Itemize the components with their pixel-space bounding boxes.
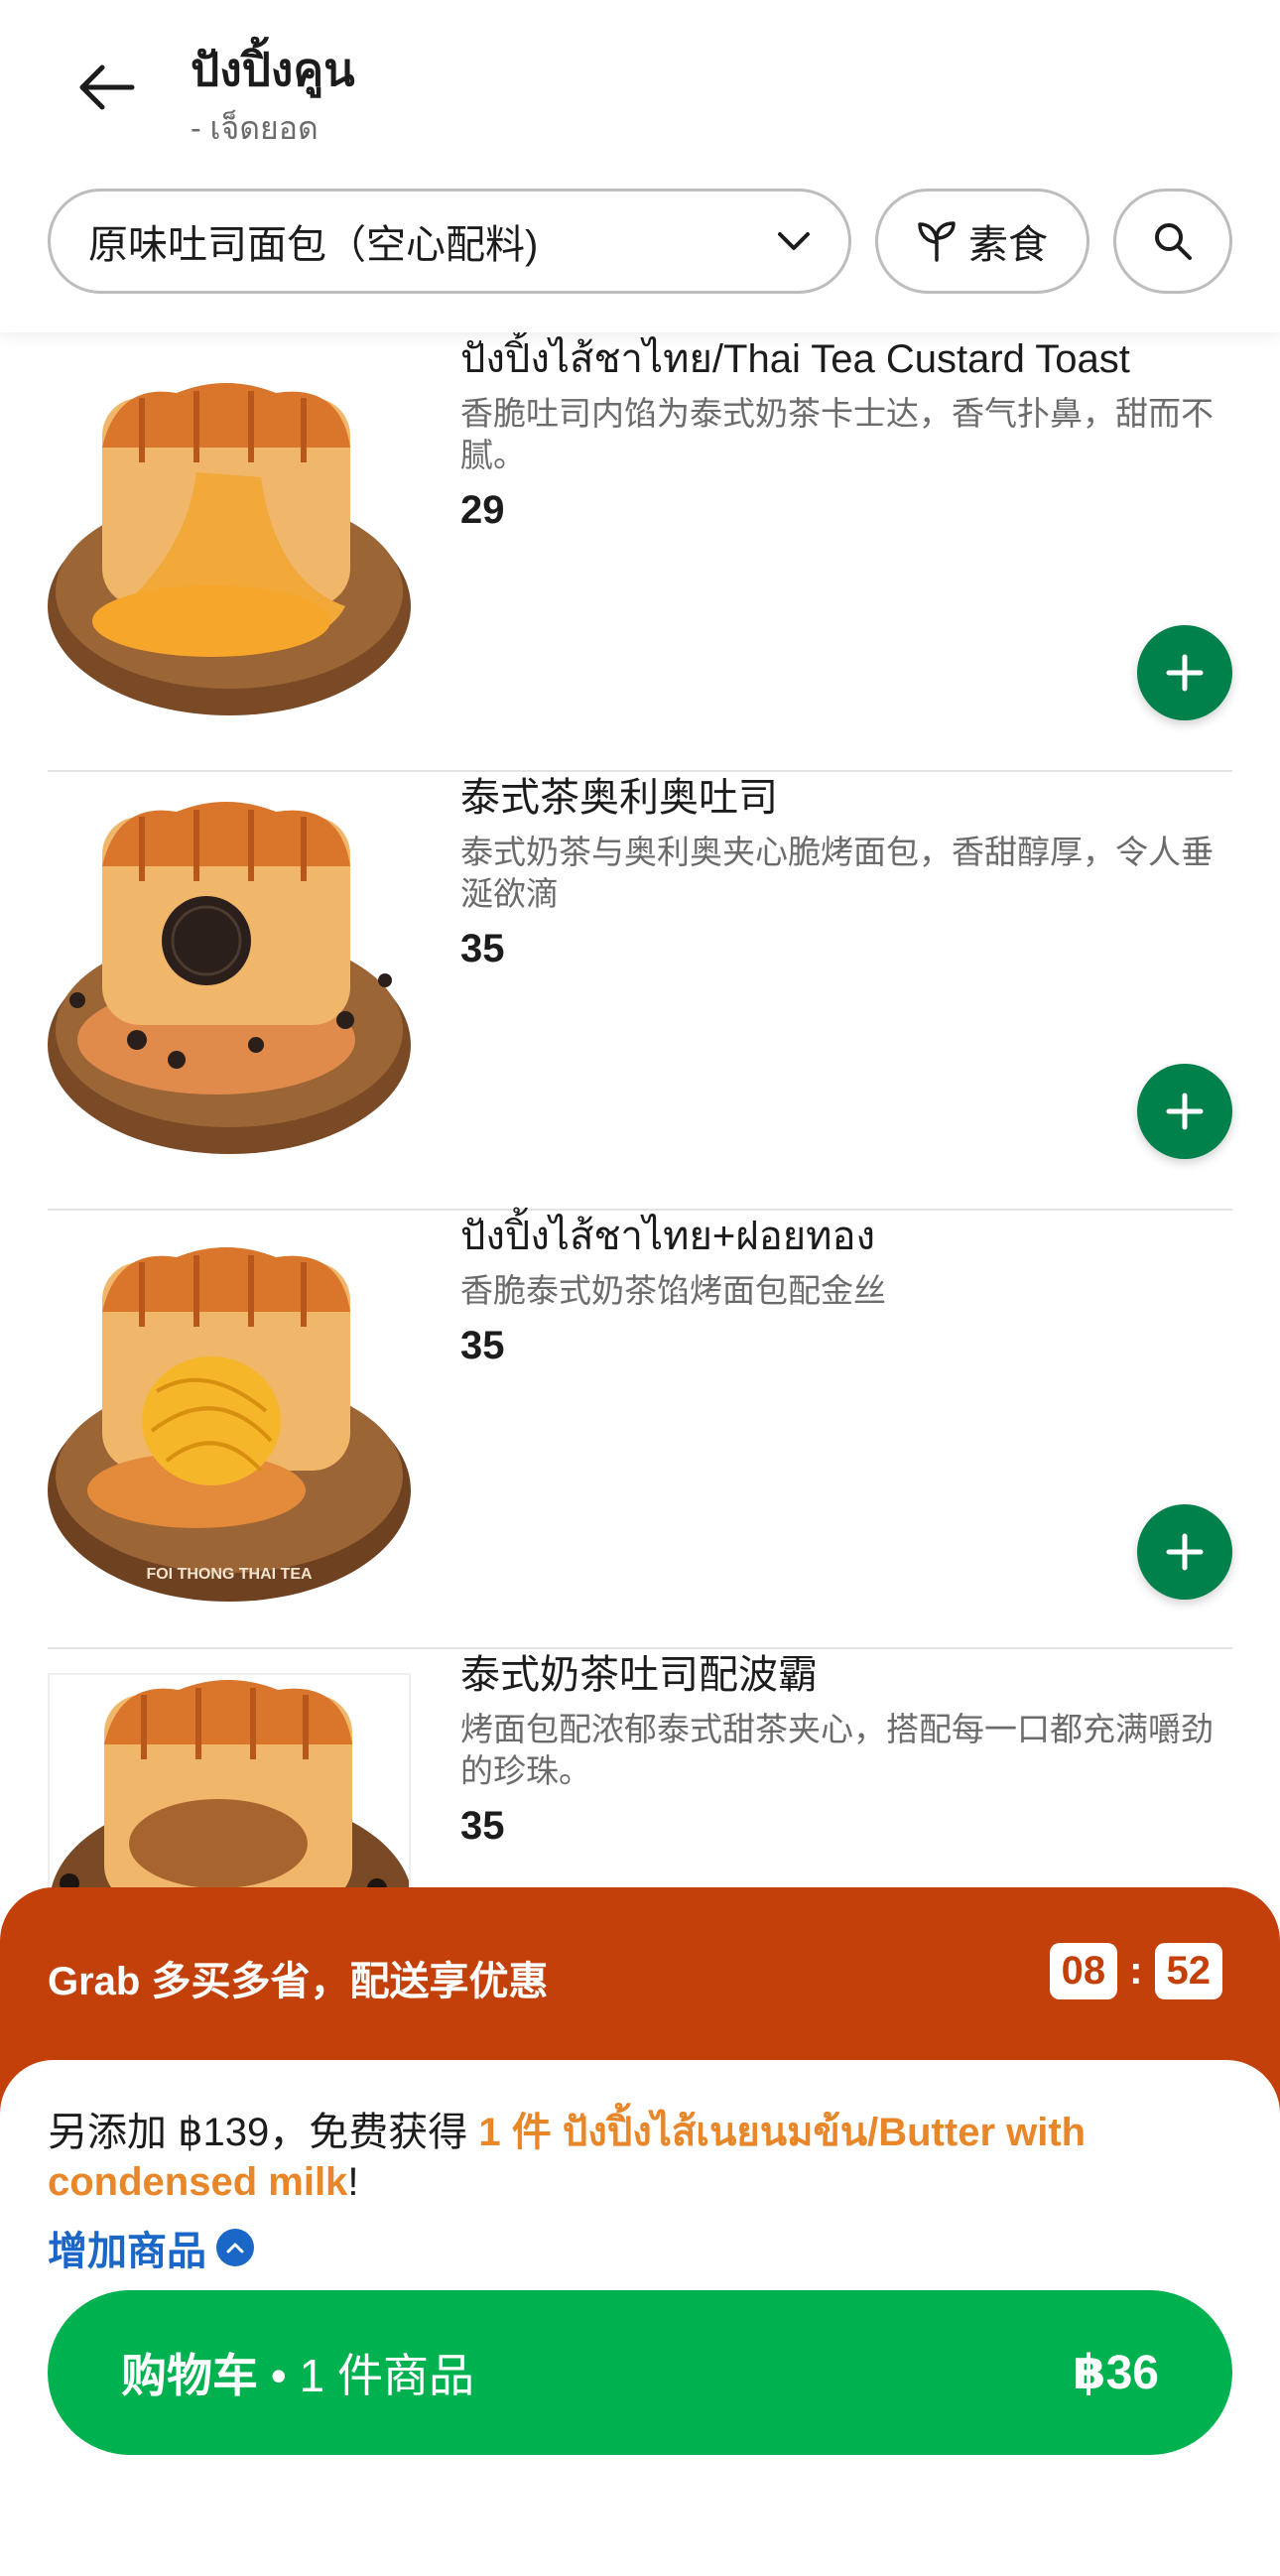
item-name: ปังปิ้งไส้ชาไทย+ฝอยทอง bbox=[460, 1215, 876, 1258]
chevron-down-icon bbox=[778, 232, 810, 250]
search-button[interactable] bbox=[1113, 189, 1232, 294]
offer-suffix: ! bbox=[347, 2160, 359, 2204]
item-photo bbox=[48, 792, 411, 1155]
store-branch: - เจ็ดยอด bbox=[191, 110, 319, 146]
item-description: 香脆吐司内馅为泰式奶茶卡士达，香气扑鼻，甜而不腻。 bbox=[460, 395, 1214, 473]
item-price: 29 bbox=[460, 488, 505, 532]
cart-summary: 购物车 • 1 件商品 bbox=[121, 2340, 474, 2405]
item-info: 泰式奶茶吐司配波霸 烤面包配浓郁泰式甜茶夹心，搭配每一口都充满嚼劲的珍珠。 35 bbox=[460, 1649, 1232, 1849]
view-cart-button[interactable]: 购物车 • 1 件商品 ฿36 bbox=[48, 2290, 1232, 2455]
category-dropdown[interactable]: 原味吐司面包（空心配料) bbox=[48, 189, 851, 294]
timer-separator: : bbox=[1129, 1949, 1143, 1993]
add-more-label: 增加商品 bbox=[48, 2230, 206, 2273]
plus-icon bbox=[1166, 1093, 1204, 1130]
vegetarian-filter-label: 素食 bbox=[968, 223, 1048, 267]
menu-item[interactable]: FOI THONG THAI TEA ปังปิ้งไส้ชาไทย+ฝอยทอ… bbox=[48, 1211, 1232, 1649]
search-icon bbox=[1155, 223, 1192, 260]
top-header: ปังปิ้งคูน - เจ็ดยอด 原味吐司面包（空心配料) 素食 bbox=[0, 0, 1280, 332]
timer-seconds: 52 bbox=[1154, 1943, 1222, 1999]
item-info: 泰式茶奥利奥吐司 泰式奶茶与奥利奥夹心脆烤面包，香甜醇厚，令人垂涎欲滴 35 bbox=[460, 772, 1232, 971]
offer-text: 另添加 ฿139，免费获得 1 件 ปังปิ้งไส้เนยนมข้น/But… bbox=[48, 2108, 1199, 2207]
item-description: 泰式奶茶与奥利奥夹心脆烤面包，香甜醇厚，令人垂涎欲滴 bbox=[460, 834, 1214, 912]
item-info: ปังปิ้งไส้ชาไทย+ฝอยทอง 香脆泰式奶茶馅烤面包配金丝 35 bbox=[460, 1211, 1232, 1368]
cart-item-count: 1 件商品 bbox=[299, 2350, 475, 2401]
offer-prefix: 另添加 ฿139，免费获得 bbox=[48, 2111, 479, 2154]
promo-title: Grab 多买多省，配送享优惠 bbox=[48, 1960, 549, 2003]
item-name: 泰式奶茶吐司配波霸 bbox=[460, 1653, 818, 1697]
item-description: 烤面包配浓郁泰式甜茶夹心，搭配每一口都充满嚼劲的珍珠。 bbox=[460, 1711, 1214, 1789]
add-to-cart-button[interactable] bbox=[1137, 1064, 1232, 1159]
item-name: 泰式茶奥利奥吐司 bbox=[460, 776, 778, 820]
item-description: 香脆泰式奶茶馅烤面包配金丝 bbox=[460, 1272, 886, 1309]
sprout-icon bbox=[918, 221, 956, 262]
item-photo bbox=[48, 353, 411, 716]
category-dropdown-label: 原味吐司面包（空心配料) bbox=[88, 223, 539, 267]
menu-item[interactable]: ปังปิ้งไส้ชาไทย/Thai Tea Custard Toast 香… bbox=[48, 333, 1232, 772]
chevron-up-icon bbox=[216, 2229, 254, 2266]
menu-item[interactable]: 泰式茶奥利奥吐司 泰式奶茶与奥利奥夹心脆烤面包，香甜醇厚，令人垂涎欲滴 35 bbox=[48, 772, 1232, 1211]
plus-icon bbox=[1166, 654, 1204, 692]
item-name: ปังปิ้งไส้ชาไทย/Thai Tea Custard Toast bbox=[460, 337, 1130, 381]
oreo-toast-icon bbox=[48, 802, 411, 1154]
item-price: 35 bbox=[460, 1804, 505, 1848]
store-name: ปังปิ้งคูน bbox=[191, 44, 355, 95]
back-arrow-icon bbox=[79, 64, 135, 110]
item-price: 35 bbox=[460, 927, 505, 970]
plate-engraving: FOI THONG THAI TEA bbox=[146, 1566, 313, 1583]
item-info: ปังปิ้งไส้ชาไทย/Thai Tea Custard Toast 香… bbox=[460, 333, 1232, 533]
add-to-cart-button[interactable] bbox=[1137, 625, 1232, 720]
cart-separator: • bbox=[258, 2350, 300, 2401]
timer-minutes: 08 bbox=[1049, 1943, 1118, 1999]
promo-countdown: 08 : 52 bbox=[1049, 1943, 1222, 1999]
cart-panel: 另添加 ฿139，免费获得 1 件 ปังปิ้งไส้เนยนมข้น/But… bbox=[0, 2060, 1280, 2576]
add-to-cart-button[interactable] bbox=[1137, 1504, 1232, 1600]
cart-label: 购物车 bbox=[121, 2350, 258, 2401]
item-price: 35 bbox=[460, 1324, 505, 1367]
vegetarian-filter-button[interactable]: 素食 bbox=[875, 189, 1089, 294]
add-more-items-link[interactable]: 增加商品 bbox=[48, 2219, 254, 2276]
foi-thong-toast-icon bbox=[48, 1247, 411, 1602]
back-button[interactable] bbox=[71, 58, 141, 117]
plus-icon bbox=[1166, 1533, 1204, 1571]
thai-tea-custard-toast-icon bbox=[48, 383, 411, 715]
cart-total: ฿36 bbox=[1073, 2347, 1159, 2399]
item-photo: FOI THONG THAI TEA bbox=[48, 1242, 411, 1606]
